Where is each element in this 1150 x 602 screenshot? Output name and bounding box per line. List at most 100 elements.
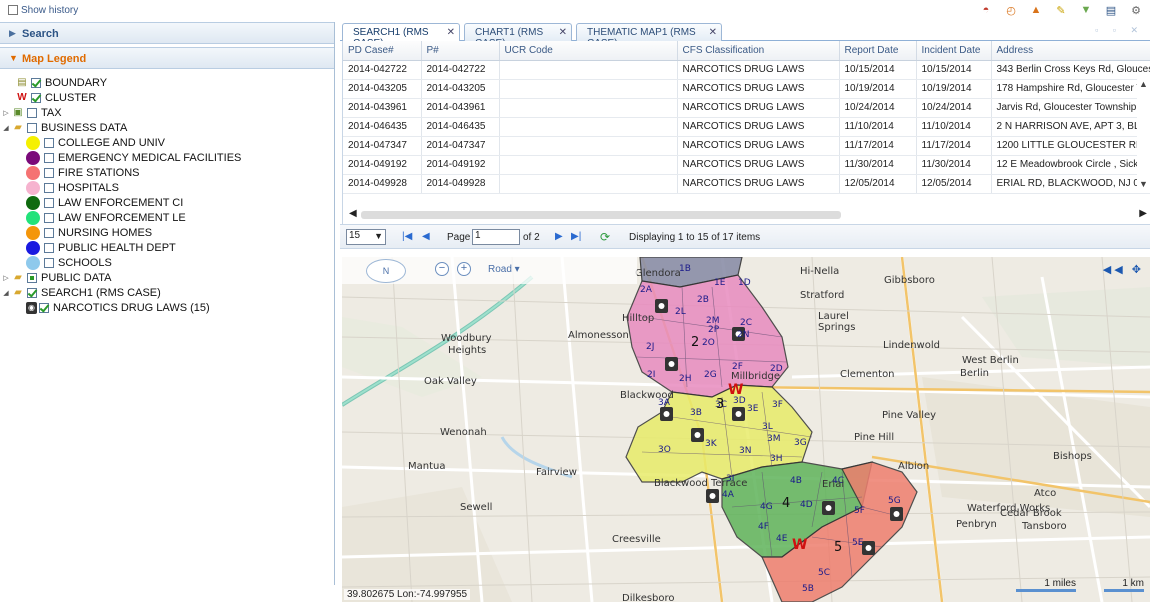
scroll-right-icon[interactable]: ▶: [1139, 208, 1147, 219]
tab-chart1[interactable]: CHART1 (RMS CASE)✕: [464, 23, 572, 49]
svg-text:W: W: [792, 537, 807, 553]
zoom-in-button[interactable]: +: [457, 262, 471, 276]
last-page-icon[interactable]: ▶|: [571, 231, 581, 242]
map-legend-accordion[interactable]: ▼ Map Legend: [0, 47, 334, 69]
show-history-checkbox[interactable]: [8, 5, 18, 15]
expand-arrow-icon[interactable]: ▷: [2, 109, 10, 117]
prev-page-icon[interactable]: ◀: [422, 231, 430, 242]
close-icon[interactable]: ✕: [447, 27, 455, 38]
table-row[interactable]: 2014-049928 2014-049928 NARCOTICS DRUG LAW…: [343, 174, 1150, 194]
legend-item-public-data[interactable]: ▷ ▰ PUBLIC DATA: [2, 270, 111, 285]
legend-checkbox[interactable]: [44, 152, 54, 163]
first-page-icon[interactable]: |◀: [402, 231, 412, 242]
legend-item-business-data[interactable]: ◢ ▰ BUSINESS DATA: [2, 120, 127, 135]
legend-item-emergency-medical[interactable]: EMERGENCY MEDICAL FACILITIES: [26, 150, 241, 165]
scrollbar-thumb[interactable]: [361, 211, 841, 219]
coordinates-readout: 39.802675 Lon:-74.997955: [344, 589, 471, 600]
column-header[interactable]: PD Case#: [343, 41, 422, 61]
legend-checkbox[interactable]: [27, 272, 37, 283]
collapse-arrow-icon[interactable]: ◢: [2, 289, 10, 297]
legend-label: SEARCH1 (RMS CASE): [41, 286, 161, 299]
legend-item-fire-stations[interactable]: FIRE STATIONS: [26, 165, 140, 180]
legend-checkbox[interactable]: [31, 92, 41, 103]
map-place-label: Millbridge: [731, 371, 780, 382]
show-history-label[interactable]: Show history: [21, 5, 78, 16]
tab-search1[interactable]: SEARCH1 (RMS CASE)✕: [342, 23, 460, 49]
college-color-icon: [26, 135, 40, 150]
table-row[interactable]: 2014-049192 2014-049192 NARCOTICS DRUG LAW…: [343, 155, 1150, 175]
legend-item-nursing-homes[interactable]: NURSING HOMES: [26, 225, 152, 240]
refresh-icon[interactable]: ⟳: [600, 230, 610, 244]
timer-icon[interactable]: ◴: [1003, 2, 1019, 18]
settings-icon[interactable]: ⚙: [1128, 2, 1144, 18]
column-header[interactable]: UCR Code: [499, 41, 678, 61]
legend-checkbox[interactable]: [44, 227, 54, 238]
legend-item-hospitals[interactable]: HOSPITALS: [26, 180, 119, 195]
map-zone-label: 1D: [738, 278, 751, 288]
legend-checkbox[interactable]: [44, 242, 54, 253]
legend-checkbox[interactable]: [44, 197, 54, 208]
legend-checkbox[interactable]: [27, 287, 37, 298]
close-icon[interactable]: ✕: [709, 27, 717, 38]
legend-checkbox[interactable]: [27, 122, 37, 133]
legend-item-law-enforcement-ci[interactable]: LAW ENFORCEMENT CI: [26, 195, 183, 210]
print-icon[interactable]: ▤: [1103, 2, 1119, 18]
legend-checkbox[interactable]: [39, 302, 49, 313]
legend-checkbox[interactable]: [27, 107, 37, 118]
speedometer-icon[interactable]: ◓: [978, 2, 994, 18]
tag-icon[interactable]: ✎: [1053, 2, 1069, 18]
column-header[interactable]: Incident Date: [916, 41, 992, 61]
page-input[interactable]: 1: [472, 229, 520, 245]
table-row[interactable]: 2014-043205 2014-043205 NARCOTICS DRUG LAW…: [343, 79, 1150, 99]
map-panel-controls[interactable]: ◀◀ ✥: [1103, 263, 1144, 276]
table-row[interactable]: 2014-046435 2014-046435 NARCOTICS DRUG LAW…: [343, 117, 1150, 137]
page-size-select[interactable]: 15 ▼: [346, 229, 386, 245]
legend-checkbox[interactable]: [44, 167, 54, 178]
table-row[interactable]: 2014-043961 2014-043961 NARCOTICS DRUG LAW…: [343, 98, 1150, 118]
map-canvas[interactable]: W W 1B1E 1D2A2B2L2M 2C2N2J 2O2P2I 2H 2G2F 2D3A…: [342, 257, 1150, 602]
legend-item-boundary[interactable]: ▤ BOUNDARY: [6, 75, 107, 90]
column-header[interactable]: CFS Classification: [677, 41, 840, 61]
search-accordion[interactable]: ▶ Search: [0, 22, 334, 44]
legend-checkbox[interactable]: [44, 212, 54, 223]
next-page-icon[interactable]: ▶: [555, 231, 563, 242]
legend-checkbox[interactable]: [31, 77, 41, 88]
map-view[interactable]: W W 1B 1E 1D 2A 2B 2L 2M 2C 2N 2J 2O 2P 2I 2H 2G 2F 2D 3A…: [342, 257, 1150, 602]
table-row[interactable]: 2014-047347 2014-047347 NARCOTICS DRUG LAW…: [343, 136, 1150, 156]
table-row[interactable]: 2014-042722 2014-042722 NARCOTICS DRUG LAW…: [343, 60, 1150, 80]
legend-item-tax[interactable]: ▷ ▣ TAX: [2, 105, 61, 120]
collapse-arrow-icon[interactable]: ◢: [2, 124, 10, 132]
legend-item-cluster[interactable]: W CLUSTER: [6, 90, 96, 105]
column-header[interactable]: Address: [991, 41, 1150, 61]
legend-item-search1[interactable]: ◢ ▰ SEARCH1 (RMS CASE): [2, 285, 161, 300]
legend-item-law-enforcement-le[interactable]: LAW ENFORCEMENT LE: [26, 210, 186, 225]
column-header[interactable]: Report Date: [839, 41, 917, 61]
column-header[interactable]: P#: [421, 41, 500, 61]
scroll-down-icon[interactable]: ▼: [1139, 179, 1148, 189]
vertical-scrollbar[interactable]: ▲ ▼: [1137, 79, 1150, 191]
table-cell: 2014-043961: [343, 98, 422, 118]
horizontal-scrollbar[interactable]: ◀ ▶: [345, 208, 1147, 222]
zoom-out-button[interactable]: −: [435, 262, 449, 276]
legend-item-narcotics[interactable]: ◉ NARCOTICS DRUG LAWS (15): [26, 300, 210, 315]
table-cell: 2014-049192: [343, 155, 422, 175]
legend-item-public-health[interactable]: PUBLIC HEALTH DEPT: [26, 240, 176, 255]
expand-arrow-icon[interactable]: ▷: [2, 274, 10, 282]
download-icon[interactable]: ▼: [1078, 2, 1094, 18]
legend-item-college[interactable]: COLLEGE AND UNIV: [26, 135, 165, 150]
scroll-up-icon[interactable]: ▲: [1139, 79, 1148, 89]
legend-item-schools[interactable]: SCHOOLS: [26, 255, 112, 270]
legend-checkbox[interactable]: [44, 257, 54, 268]
folder-open-icon: ▰: [14, 287, 22, 298]
scroll-left-icon[interactable]: ◀: [349, 208, 357, 219]
table-cell: [499, 79, 678, 99]
legend-checkbox[interactable]: [44, 182, 54, 193]
window-controls[interactable]: ▫ ▫ ✕: [1095, 25, 1144, 36]
compass-control[interactable]: N: [366, 259, 406, 283]
map-layer-select[interactable]: Road ▾: [488, 264, 520, 275]
upload-icon[interactable]: ▲: [1028, 2, 1044, 18]
map-toolbar: N − + Road ▾: [342, 257, 637, 284]
close-icon[interactable]: ✕: [559, 27, 567, 38]
legend-checkbox[interactable]: [44, 137, 54, 148]
tab-thematic-map1[interactable]: THEMATIC MAP1 (RMS CASE)✕: [576, 23, 722, 49]
